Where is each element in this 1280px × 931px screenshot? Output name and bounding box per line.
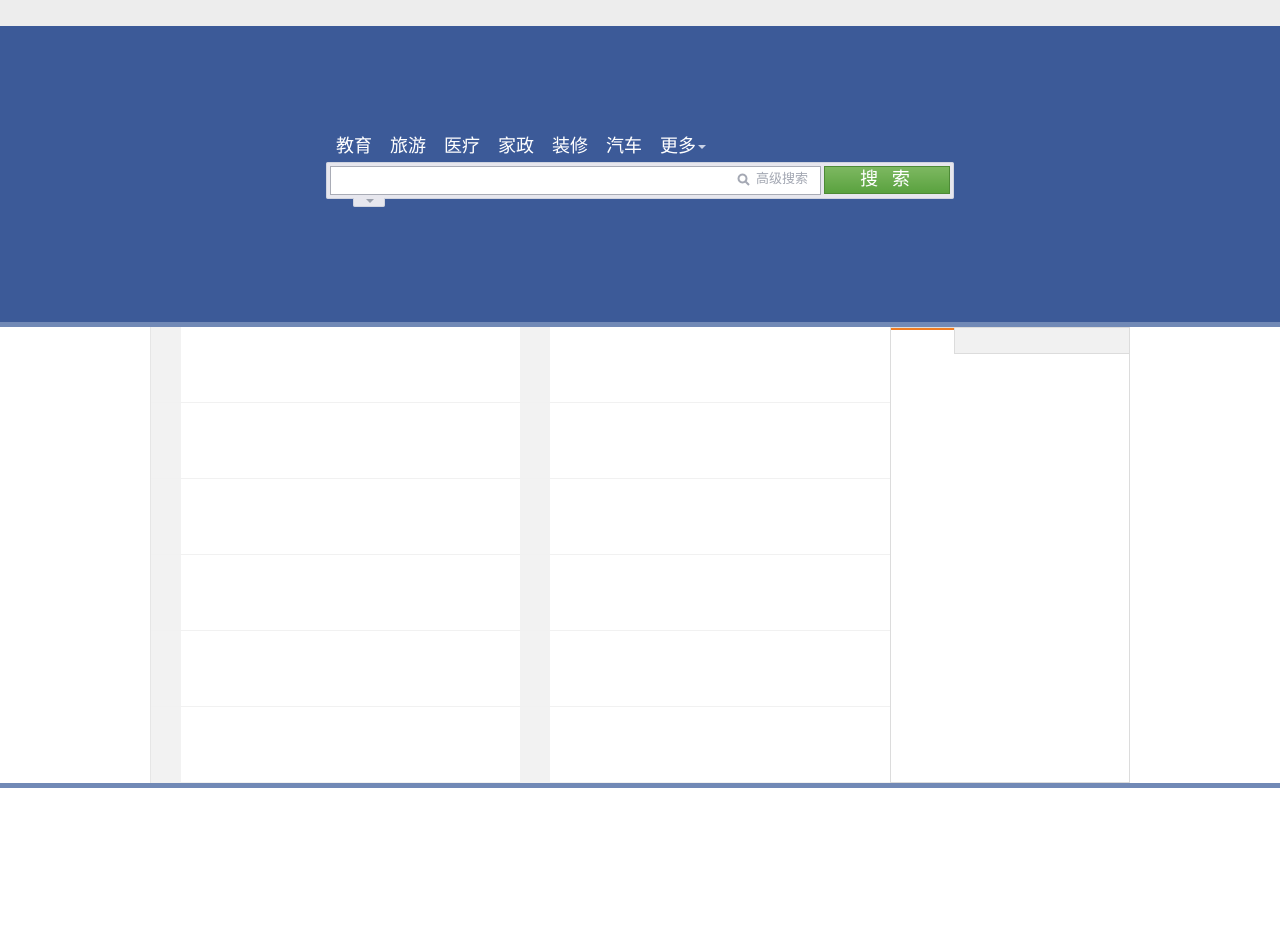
listing-column-right [520,327,890,783]
list-item[interactable] [520,479,890,555]
list-item[interactable] [520,327,890,403]
chevron-down-icon [366,199,374,203]
search-button[interactable]: 搜 索 [824,166,950,194]
footer-divider [0,783,1280,788]
nav-auto[interactable]: 汽车 [606,134,642,160]
panel-tab-inactive[interactable] [954,328,1129,354]
search-scope-toggle[interactable] [353,198,385,207]
list-item[interactable] [151,707,520,783]
search-icon [737,173,750,186]
list-item[interactable] [151,631,520,707]
list-item-thumb [151,403,181,478]
listing-column-left [150,327,520,783]
top-bar [0,0,1280,26]
list-item[interactable] [520,555,890,631]
list-item[interactable] [151,327,520,403]
panel-tab-active[interactable] [891,328,954,354]
list-item-thumb [151,555,181,630]
nav-renovation[interactable]: 装修 [552,134,588,160]
list-item[interactable] [151,479,520,555]
list-item-thumb [520,555,550,630]
list-item-thumb [151,327,181,402]
list-item-thumb [151,479,181,554]
category-nav: 教育 旅游 医疗 家政 装修 汽车 更多 [336,134,706,160]
list-item[interactable] [151,403,520,479]
nav-travel[interactable]: 旅游 [390,134,426,160]
list-item-thumb [520,631,550,706]
list-item[interactable] [520,631,890,707]
list-item-thumb [520,707,550,782]
list-item[interactable] [151,555,520,631]
nav-housekeeping[interactable]: 家政 [498,134,534,160]
list-item[interactable] [520,707,890,783]
list-item-thumb [520,403,550,478]
list-item-thumb [151,707,181,782]
advanced-search-link[interactable]: 高级搜索 [756,171,808,189]
list-item-thumb [151,631,181,706]
panel-tabs [891,328,1129,354]
nav-more[interactable]: 更多 [660,134,706,160]
list-item-thumb [520,479,550,554]
side-panel [890,327,1130,783]
list-item-thumb [520,327,550,402]
list-item[interactable] [520,403,890,479]
chevron-down-icon [698,145,706,149]
listing-grid [150,327,890,783]
nav-medical[interactable]: 医疗 [444,134,480,160]
nav-more-label: 更多 [660,136,696,157]
nav-education[interactable]: 教育 [336,134,372,160]
